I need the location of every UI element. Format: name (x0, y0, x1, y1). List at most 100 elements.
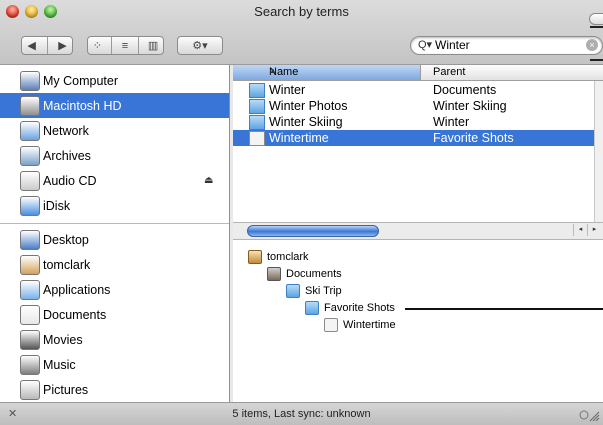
clear-search-icon[interactable]: × (586, 39, 598, 51)
computer-icon (20, 70, 40, 91)
documents-folder-icon (267, 267, 281, 281)
path-item[interactable]: Wintertime (324, 317, 396, 333)
archives-globe-icon (20, 145, 40, 166)
sidebar-item-label: Network (43, 123, 89, 138)
document-icon (249, 131, 265, 146)
sidebar-item-label: tomclark (43, 257, 91, 272)
sort-ascending-icon: ▲ (269, 66, 277, 75)
path-item[interactable]: tomclark (248, 249, 309, 265)
sidebar-item-label: Pictures (43, 382, 89, 397)
sidebar-item-label: Audio CD (43, 173, 97, 188)
sidebar-item-label: Macintosh HD (43, 98, 122, 113)
row-parent: Documents (433, 83, 497, 97)
window-title: Search by terms (254, 4, 349, 19)
list-row[interactable]: Winter Photos Winter Skiing (233, 98, 594, 114)
path-item-label: Wintertime (343, 319, 396, 331)
sidebar-item-label: Documents (43, 307, 107, 322)
sidebar-item[interactable]: Macintosh HD (0, 93, 229, 118)
path-item-label: tomclark (267, 251, 309, 263)
path-item[interactable]: Documents (267, 266, 342, 282)
name-column-header[interactable]: Name ▲ (233, 65, 421, 80)
window-edge-mark (590, 26, 603, 28)
desktop-icon (20, 229, 40, 250)
list-view-button[interactable]: ≡ (122, 40, 128, 52)
window-edge-mark (590, 59, 603, 61)
search-icon[interactable]: Q▾ (418, 38, 432, 51)
sidebar-divider (0, 223, 229, 224)
sidebar-item[interactable]: Applications (0, 277, 229, 302)
documents-icon (20, 304, 40, 325)
scroll-thumb[interactable] (247, 225, 379, 237)
home-icon (248, 250, 262, 264)
home-icon (20, 254, 40, 275)
music-icon (20, 354, 40, 375)
toolbar-toggle-button[interactable] (589, 13, 603, 25)
folder-icon (249, 83, 265, 98)
row-name: Winter Photos (269, 99, 348, 113)
sidebar-item-label: Movies (43, 332, 83, 347)
column-header: Name ▲ Parent (233, 65, 603, 81)
row-parent: Favorite Shots (433, 131, 514, 145)
gear-icon: ⚙▾ (192, 40, 208, 52)
icon-view-button[interactable]: ⁘ (93, 39, 102, 52)
vertical-scrollbar[interactable] (594, 81, 603, 226)
folder-icon (249, 99, 265, 114)
scroll-left-arrow[interactable]: ◂ (573, 224, 587, 236)
resize-grip-icon[interactable] (576, 406, 600, 422)
sidebar-item[interactable]: Pictures (0, 377, 229, 402)
sidebar-item[interactable]: Music (0, 352, 229, 377)
pictures-icon (20, 379, 40, 400)
sidebar-item-label: iDisk (43, 198, 71, 213)
parent-column-header[interactable]: Parent (433, 66, 465, 78)
idisk-icon (20, 195, 40, 216)
path-pane: tomclark Documents Ski Trip Favorite Shots W… (233, 239, 603, 403)
status-text: 5 items, Last sync: unknown (232, 408, 371, 420)
sidebar-item[interactable]: Audio CD ⏏ (0, 168, 229, 193)
sidebar-item[interactable]: Archives (0, 143, 229, 168)
path-item[interactable]: Ski Trip (286, 283, 342, 299)
sidebar: My Computer Macintosh HD Network Archives Au… (0, 65, 230, 402)
document-icon (324, 318, 338, 332)
results-list: Name ▲ Parent Winter Documents Winter Phot… (233, 65, 603, 226)
status-bar: ✕ 5 items, Last sync: unknown (0, 402, 603, 425)
back-forward-control: ◀ ▶ (21, 36, 73, 55)
row-name: Winter Skiing (269, 115, 343, 129)
scroll-right-arrow[interactable]: ▸ (587, 224, 601, 236)
list-row[interactable]: Wintertime Favorite Shots (233, 130, 594, 146)
row-parent: Winter Skiing (433, 99, 507, 113)
row-parent: Winter (433, 115, 470, 129)
network-globe-icon (20, 120, 40, 141)
sidebar-item[interactable]: iDisk (0, 193, 229, 218)
horizontal-scrollbar[interactable]: ◂ ▸ (233, 222, 603, 238)
folder-icon (249, 115, 265, 130)
path-item-label: Favorite Shots (324, 302, 395, 314)
sidebar-item[interactable]: My Computer (0, 68, 229, 93)
row-name: Winter (269, 83, 306, 97)
list-row[interactable]: Winter Documents (233, 82, 594, 98)
finder-window: Search by terms ◀ ▶ ⁘ ≡ ▥ ⚙▾ Q▾ × My Com… (0, 0, 603, 425)
sidebar-item-label: My Computer (43, 73, 119, 88)
sidebar-item[interactable]: Documents (0, 302, 229, 327)
sidebar-item[interactable]: tomclark (0, 252, 229, 277)
search-input[interactable] (435, 38, 585, 52)
applications-icon (20, 279, 40, 300)
sidebar-item-label: Applications (43, 282, 111, 297)
sidebar-item[interactable]: Desktop (0, 227, 229, 252)
sidebar-item-label: Music (43, 357, 76, 372)
search-field[interactable]: Q▾ × (410, 36, 603, 55)
path-item-label: Documents (286, 268, 342, 280)
sidebar-item[interactable]: Movies (0, 327, 229, 352)
sidebar-item-label: Archives (43, 148, 91, 163)
column-view-button[interactable]: ▥ (148, 39, 158, 52)
list-row[interactable]: Winter Skiing Winter (233, 114, 594, 130)
back-button[interactable]: ◀ (27, 39, 35, 52)
sidebar-item-label: Desktop (43, 232, 89, 247)
path-item[interactable]: Favorite Shots (305, 300, 395, 316)
sidebar-item[interactable]: Network (0, 118, 229, 143)
folder-icon (286, 284, 300, 298)
action-menu-button[interactable]: ⚙▾ (177, 36, 223, 55)
path-item-label: Ski Trip (305, 285, 342, 297)
forward-button[interactable]: ▶ (58, 39, 66, 52)
title-toolbar-area: Search by terms ◀ ▶ ⁘ ≡ ▥ ⚙▾ Q▾ × (0, 0, 603, 65)
eject-icon[interactable]: ⏏ (204, 175, 213, 186)
